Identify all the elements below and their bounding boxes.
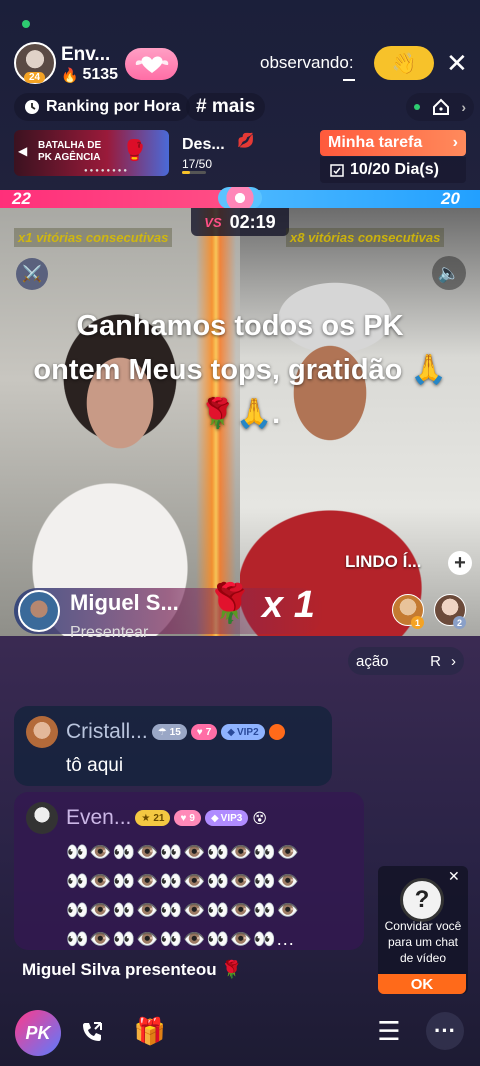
action-chip-left-label: ação <box>356 652 389 670</box>
user-orange-icon <box>268 724 285 740</box>
host-win-streak: x1 vitórias consecutivas <box>14 228 173 247</box>
heart-wings-icon <box>135 56 168 73</box>
home-chip[interactable]: › <box>406 93 474 121</box>
viewers-label: observando: <box>260 53 354 72</box>
my-task-button[interactable]: Minha tarefa › <box>320 130 466 156</box>
system-line-action: presenteou <box>124 960 217 979</box>
home-icon <box>432 98 449 115</box>
level-badge: ★ 21 <box>135 810 171 826</box>
pk-video-area: VS 02:19 x1 vitórias consecutivas x8 vit… <box>0 208 480 636</box>
chat-user-avatar[interactable] <box>26 802 58 834</box>
heart-badge: ♥ 7 <box>190 724 218 740</box>
follow-button[interactable] <box>125 48 178 80</box>
clock-icon <box>25 100 39 114</box>
chat-message-text: tô aqui <box>66 755 124 776</box>
opponent-name[interactable]: LINDO Í... <box>345 552 422 572</box>
vip-badge: ◆ VIP3 <box>204 810 249 826</box>
host-name[interactable]: Env... <box>61 44 110 66</box>
pk-banner-line1: BATALHA DE <box>38 140 102 151</box>
my-task-label: Minha tarefa <box>328 134 423 151</box>
vip-badge: ◆ VIP2 <box>221 724 265 740</box>
challenge-progress-track <box>182 171 206 174</box>
flame-icon: 🔥 <box>61 66 79 83</box>
host-level-badge: 24 <box>24 72 46 83</box>
speaker-icon[interactable]: 🔈 <box>432 256 466 290</box>
more-tags-chip[interactable]: # mais <box>186 93 266 121</box>
menu-icon[interactable]: ☰ <box>372 1014 406 1048</box>
heart-badge: ♥ 9 <box>174 810 201 826</box>
calendar-check-icon <box>330 164 344 177</box>
invite-ok-button[interactable]: OK <box>378 974 466 994</box>
question-avatar-icon: ? <box>400 878 444 922</box>
chevron-left-icon[interactable]: ◀ <box>18 144 27 158</box>
system-line-name[interactable]: Miguel Silva <box>22 960 120 979</box>
task-days-label: 10/20 Dia(s) <box>350 161 439 178</box>
carousel-dots: ●●●●●●●● <box>84 168 129 174</box>
challenge-progress[interactable]: Des... 💋 17/50 <box>182 132 258 176</box>
diamond-icon: ◆ <box>227 726 235 738</box>
chevron-right-icon: › <box>461 99 466 115</box>
gift-sender-name: Miguel S... <box>70 590 179 615</box>
vs-label: VS <box>204 214 222 230</box>
viewers-count-placeholder <box>343 79 355 81</box>
rose-gift-icon: 🌹 <box>206 583 254 625</box>
host-overlay-message: Ganhamos todos os PK ontem Meus tops, gr… <box>33 310 447 430</box>
chat-user-name[interactable]: Even... <box>66 806 131 830</box>
level-badge: ☂ 15 <box>151 724 187 740</box>
close-icon[interactable]: ✕ <box>446 48 468 79</box>
chat-message[interactable]: Even... ★ 21 ♥ 9 ◆ VIP3 😵 👀👁️👀👁️👀👁️👀👁️👀👁… <box>14 792 364 950</box>
chat-message[interactable]: Cristall... ☂ 15 ♥ 7 ◆ VIP2 tô aqui <box>14 706 332 786</box>
diamond-icon: ◆ <box>210 812 219 824</box>
challenge-progress-text: 17/50 <box>182 157 213 171</box>
pk-button[interactable]: PK <box>15 1010 61 1056</box>
invite-text: Convidar você para um chat de vídeo <box>384 919 462 965</box>
gift-sender-avatar[interactable] <box>18 590 60 632</box>
pk-agency-battle-banner[interactable]: ◀ BATALHA DE PK AGÊNCIA 🥊 ●●●●●●●● <box>14 130 169 176</box>
pk-timer: VS 02:19 <box>191 208 289 236</box>
pk-score-right: 20 <box>441 189 460 208</box>
heart-icon: ♥ <box>180 812 187 824</box>
chat-user-avatar[interactable] <box>26 716 58 748</box>
host-fans-count: 🔥 5135 <box>61 66 119 83</box>
system-gift-line: Miguel Silva presenteou 🌹 <box>22 960 243 980</box>
pk-score-left-bar <box>0 190 240 208</box>
pk-score-center-icon <box>218 187 262 209</box>
wave-hand-button[interactable]: 👋 <box>374 46 434 80</box>
emoji-face-icon: 😵 <box>252 809 267 826</box>
gift-box-icon[interactable]: 🎁 <box>132 1012 168 1050</box>
online-dot <box>414 104 420 110</box>
action-chip-right-label: R <box>430 652 441 670</box>
more-options-icon[interactable]: ··· <box>426 1012 464 1050</box>
crossed-swords-icon[interactable]: ⚔️ <box>16 258 48 290</box>
action-chip[interactable]: ação R › <box>348 647 464 675</box>
phone-call-icon[interactable] <box>74 1014 110 1050</box>
boxing-glove-icon: 🥊 <box>122 140 147 162</box>
close-icon[interactable]: ✕ <box>448 868 460 885</box>
follow-opponent-plus-icon[interactable]: + <box>448 551 472 575</box>
gift-action-text: Presentear <box>70 624 149 641</box>
opponent-win-streak: x8 vitórias consecutivas <box>286 228 445 247</box>
task-days-progress[interactable]: 10/20 Dia(s) <box>320 157 466 183</box>
gift-multiplier: x 1 <box>262 584 315 626</box>
chat-message-text: 👀👁️👀👁️👀👁️👀👁️👀👁️ 👀👁️👀👁️👀👁️👀👁️👀👁️ 👀👁️👀👁️👀👁… <box>66 842 301 949</box>
chat-user-name[interactable]: Cristall... <box>66 720 148 744</box>
chevron-right-icon: › <box>451 652 456 670</box>
heart-icon: ♥ <box>196 726 203 738</box>
pk-timer-text: 02:19 <box>229 211 276 232</box>
ranking-chip-label: Ranking por Hora <box>46 98 181 115</box>
kiss-icon: 💋 <box>237 132 255 148</box>
pk-banner-line2: PK AGÊNCIA <box>38 152 101 163</box>
top-gifter-rank-1: 1 <box>411 616 424 629</box>
live-status-dot <box>22 20 30 28</box>
star-icon: ★ <box>141 812 151 824</box>
umbrella-icon: ☂ <box>157 726 167 738</box>
pk-score-left: 22 <box>12 189 31 208</box>
top-gifter-rank-2: 2 <box>453 616 466 629</box>
rose-icon: 🌹 <box>221 960 243 979</box>
hourly-ranking-chip[interactable]: Ranking por Hora <box>14 93 191 121</box>
chevron-right-icon: › <box>452 134 458 151</box>
waving-hand-icon: 👋 <box>391 52 417 75</box>
challenge-progress-fill <box>182 171 191 174</box>
